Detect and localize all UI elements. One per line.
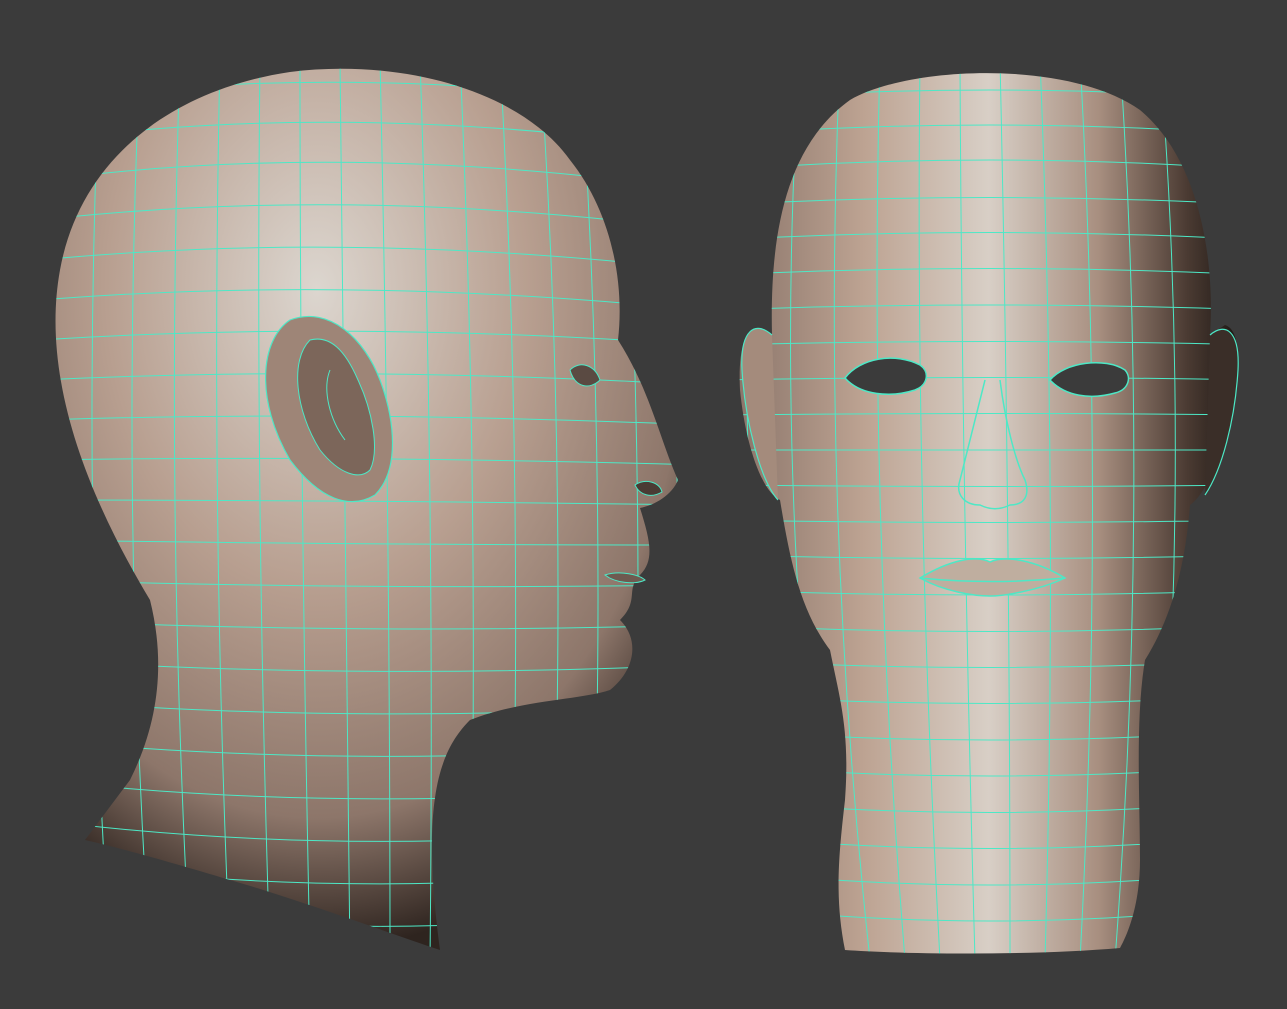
viewport-canvas[interactable] xyxy=(0,0,1287,1009)
front-head-model[interactable] xyxy=(720,60,1260,960)
front-left-ear xyxy=(741,327,779,501)
front-right-ear xyxy=(1204,328,1239,496)
side-head-model[interactable] xyxy=(40,60,700,960)
3d-viewport[interactable] xyxy=(0,0,1287,1009)
